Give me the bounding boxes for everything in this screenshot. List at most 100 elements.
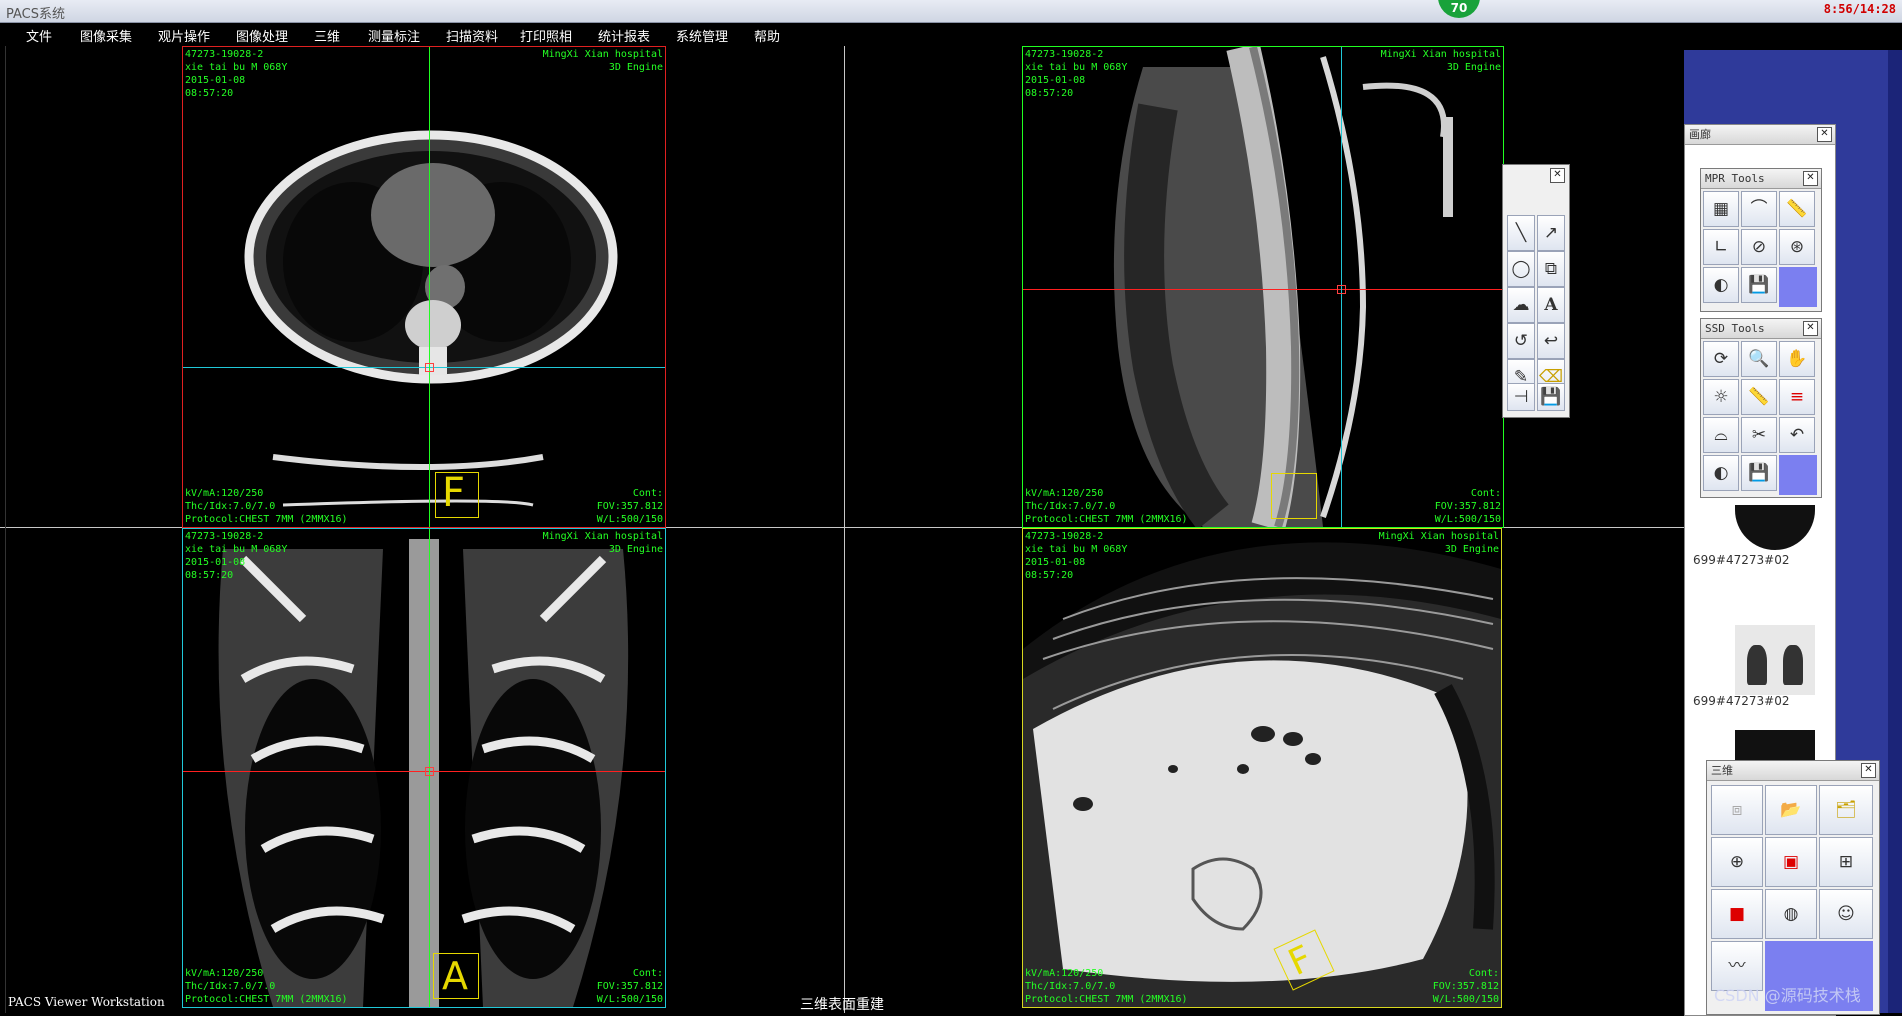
app-title: PACS系统 — [6, 7, 66, 22]
undo-tool-icon[interactable]: ↩ — [1537, 323, 1565, 359]
volume-cube-icon[interactable]: ▣ — [1765, 837, 1817, 887]
menu-system[interactable]: 系统管理 — [676, 26, 728, 45]
gallery-title: 画廊 — [1685, 125, 1835, 145]
thumbnail-image[interactable] — [1735, 730, 1815, 760]
line-tool-icon[interactable]: ╲ — [1507, 215, 1535, 251]
mpr-icon[interactable]: ⊕ — [1711, 837, 1763, 887]
menu-image-acquire[interactable]: 图像采集 — [80, 26, 132, 45]
three-d-panel[interactable]: 三维 ✕ ⧈ 📂 🗂 ⊕ ▣ ⊞ ■ ◍ ☺ 〰 — [1706, 760, 1880, 1015]
menu-statistics[interactable]: 统计报表 — [598, 26, 650, 45]
menu-help[interactable]: 帮助 — [754, 26, 780, 45]
thumbnail-label: 699#47273#02 — [1693, 553, 1790, 567]
close-icon[interactable]: ✕ — [1803, 321, 1818, 336]
overlay-top-right: MingXi Xian hospital 3D Engine — [542, 531, 663, 555]
right-panel-edge — [1888, 50, 1902, 1013]
rotate-roi-icon[interactable]: ⊛ — [1779, 229, 1815, 265]
overlay-bottom-left: kV/mA:120/250 Thc/Idx:7.0/7.0 Protocol:C… — [1025, 968, 1188, 1005]
drawing-tools-window[interactable]: ✕ ╲ ↗ ◯ ⧉ ☁ A ↺ ↩ ✎ ⌫ ⊣ 💾 — [1502, 164, 1570, 418]
axial-ct-image — [244, 130, 618, 507]
mip-icon[interactable]: ⊞ — [1819, 837, 1873, 887]
viewport-sagittal[interactable]: 47273-19028-2 xie tai bu M 068Y 2015-01-… — [1022, 46, 1504, 528]
thumbnail-image[interactable] — [1735, 505, 1815, 550]
ssd-tools-window[interactable]: SSD Tools ✕ ⟳ 🔍 ✋ ☼ 📏 ≡ ⌓ ✂ ↶ ◐ 💾 — [1700, 318, 1822, 498]
roi-icon[interactable]: ⊘ — [1741, 229, 1777, 265]
cut-scissors-icon[interactable]: ✂ — [1741, 417, 1777, 453]
save-icon[interactable]: 💾 — [1537, 383, 1565, 411]
crosshair-horizontal[interactable] — [183, 771, 665, 772]
angle-measure-icon[interactable]: ∟ — [1703, 229, 1739, 265]
orientation-letter: A — [442, 954, 468, 998]
ruler-icon[interactable]: 📏 — [1779, 191, 1815, 227]
menu-bar: 文件 图像采集 观片操作 图像处理 三维 测量标注 扫描资料 打印照相 统计报表… — [0, 23, 1902, 45]
crosshair-horizontal[interactable] — [1023, 289, 1503, 290]
menu-view-ops[interactable]: 观片操作 — [158, 26, 210, 45]
crosshair-center[interactable] — [1337, 285, 1346, 294]
viewport-surface-3d[interactable]: F 47273-19028-2 xie tai bu M 068Y 2015-0… — [1022, 528, 1502, 1008]
orientation-cube[interactable]: A — [433, 953, 479, 999]
view-mode-label: 三维表面重建 — [800, 997, 884, 1013]
crosshair-center[interactable] — [425, 767, 434, 776]
zoom-icon[interactable]: 🔍 — [1741, 341, 1777, 377]
light-icon[interactable]: ☼ — [1703, 379, 1739, 415]
overlay-top-right: MingXi Xian hospital 3D Engine — [1380, 49, 1501, 73]
overlay-bottom-right: Cont: FOV:357.812 W/L:500/150 — [596, 488, 663, 525]
overlay-bottom-left: kV/mA:120/250 Thc/Idx:7.0/7.0 Protocol:C… — [185, 488, 348, 525]
open-series-icon[interactable]: 🗂 — [1819, 785, 1873, 835]
copy-tool-icon[interactable]: ⧉ — [1537, 251, 1565, 287]
close-icon[interactable]: ✕ — [1803, 171, 1818, 186]
viewport-axial[interactable]: F 47273-19028-2 xie tai bu M 068Y 2015-0… — [182, 46, 666, 528]
notification-badge[interactable]: 70 — [1438, 0, 1480, 18]
save-icon[interactable]: 💾 — [1741, 455, 1777, 491]
curve-measure-icon[interactable]: ⌒ — [1741, 191, 1777, 227]
orientation-letter: F — [1282, 938, 1319, 985]
sagittal-ct-image — [1113, 47, 1453, 527]
crosshair-center[interactable] — [425, 363, 434, 372]
workstation-label: PACS Viewer Workstation — [8, 995, 165, 1009]
coronal-ct-image — [218, 539, 629, 1007]
overlay-bottom-left: kV/mA:120/250 Thc/Idx:7.0/7.0 Protocol:C… — [185, 968, 348, 1005]
viewport-coronal[interactable]: A 47273-19028-2 xie tai bu M 068Y 2015-0… — [182, 528, 666, 1008]
layers-icon[interactable]: ⧈ — [1711, 785, 1763, 835]
crosshair-vertical[interactable] — [429, 47, 430, 527]
freehand-tool-icon[interactable]: ☁ — [1507, 287, 1535, 323]
close-icon[interactable]: ✕ — [1817, 127, 1832, 142]
grid-layout-icon[interactable]: ▦ — [1703, 191, 1739, 227]
menu-file[interactable]: 文件 — [26, 26, 52, 45]
lasso-tool-icon[interactable]: ↺ — [1507, 323, 1535, 359]
close-icon[interactable]: ✕ — [1550, 168, 1565, 183]
orientation-cube[interactable]: F — [435, 470, 479, 518]
orientation-letter: F — [442, 470, 466, 516]
brain-icon[interactable]: ◍ — [1765, 889, 1817, 939]
title-bar: PACS系统 70 8:56/14:28 — [0, 0, 1902, 23]
text-tool-icon[interactable]: A — [1537, 287, 1565, 323]
grid-border-left — [5, 46, 6, 1013]
mpr-tools-window[interactable]: MPR Tools ✕ ▦ ⌒ 📏 ∟ ⊘ ⊛ ◐ 💾 — [1700, 168, 1822, 312]
menu-image-processing[interactable]: 图像处理 — [236, 26, 288, 45]
lasso-icon[interactable]: ⌓ — [1703, 417, 1739, 453]
pan-hand-icon[interactable]: ✋ — [1779, 341, 1815, 377]
crosshair-horizontal[interactable] — [183, 367, 665, 368]
three-d-panel-title: 三维 — [1707, 761, 1879, 781]
reset-view-icon[interactable]: ⟳ — [1703, 341, 1739, 377]
ruler-icon[interactable]: 📏 — [1741, 379, 1777, 415]
thumbnail-image[interactable] — [1735, 625, 1815, 695]
open-folder-icon[interactable]: 📂 — [1765, 785, 1817, 835]
menu-measure[interactable]: 测量标注 — [368, 26, 420, 45]
window-level-icon[interactable]: ◐ — [1703, 455, 1739, 491]
menu-3d[interactable]: 三维 — [314, 26, 340, 45]
close-icon[interactable]: ✕ — [1861, 763, 1876, 778]
ellipse-tool-icon[interactable]: ◯ — [1507, 251, 1535, 287]
marker-icon[interactable]: ■ — [1711, 889, 1763, 939]
color-map-icon[interactable]: ≡ — [1779, 379, 1815, 415]
ruler-tool-icon[interactable]: ⊣ — [1507, 383, 1535, 411]
menu-scan-data[interactable]: 扫描资料 — [446, 26, 498, 45]
window-level-icon[interactable]: ◐ — [1703, 267, 1739, 303]
head-icon[interactable]: ☺ — [1819, 889, 1873, 939]
arrow-tool-icon[interactable]: ↗ — [1537, 215, 1565, 251]
overlay-bottom-right: Cont: FOV:357.812 W/L:500/150 — [596, 968, 663, 1005]
menu-print[interactable]: 打印照相 — [520, 26, 572, 45]
orientation-cube[interactable] — [1271, 473, 1317, 519]
save-icon[interactable]: 💾 — [1741, 267, 1777, 303]
undo-icon[interactable]: ↶ — [1779, 417, 1815, 453]
overlay-top-left: 47273-19028-2 xie tai bu M 068Y 2015-01-… — [1025, 531, 1128, 581]
